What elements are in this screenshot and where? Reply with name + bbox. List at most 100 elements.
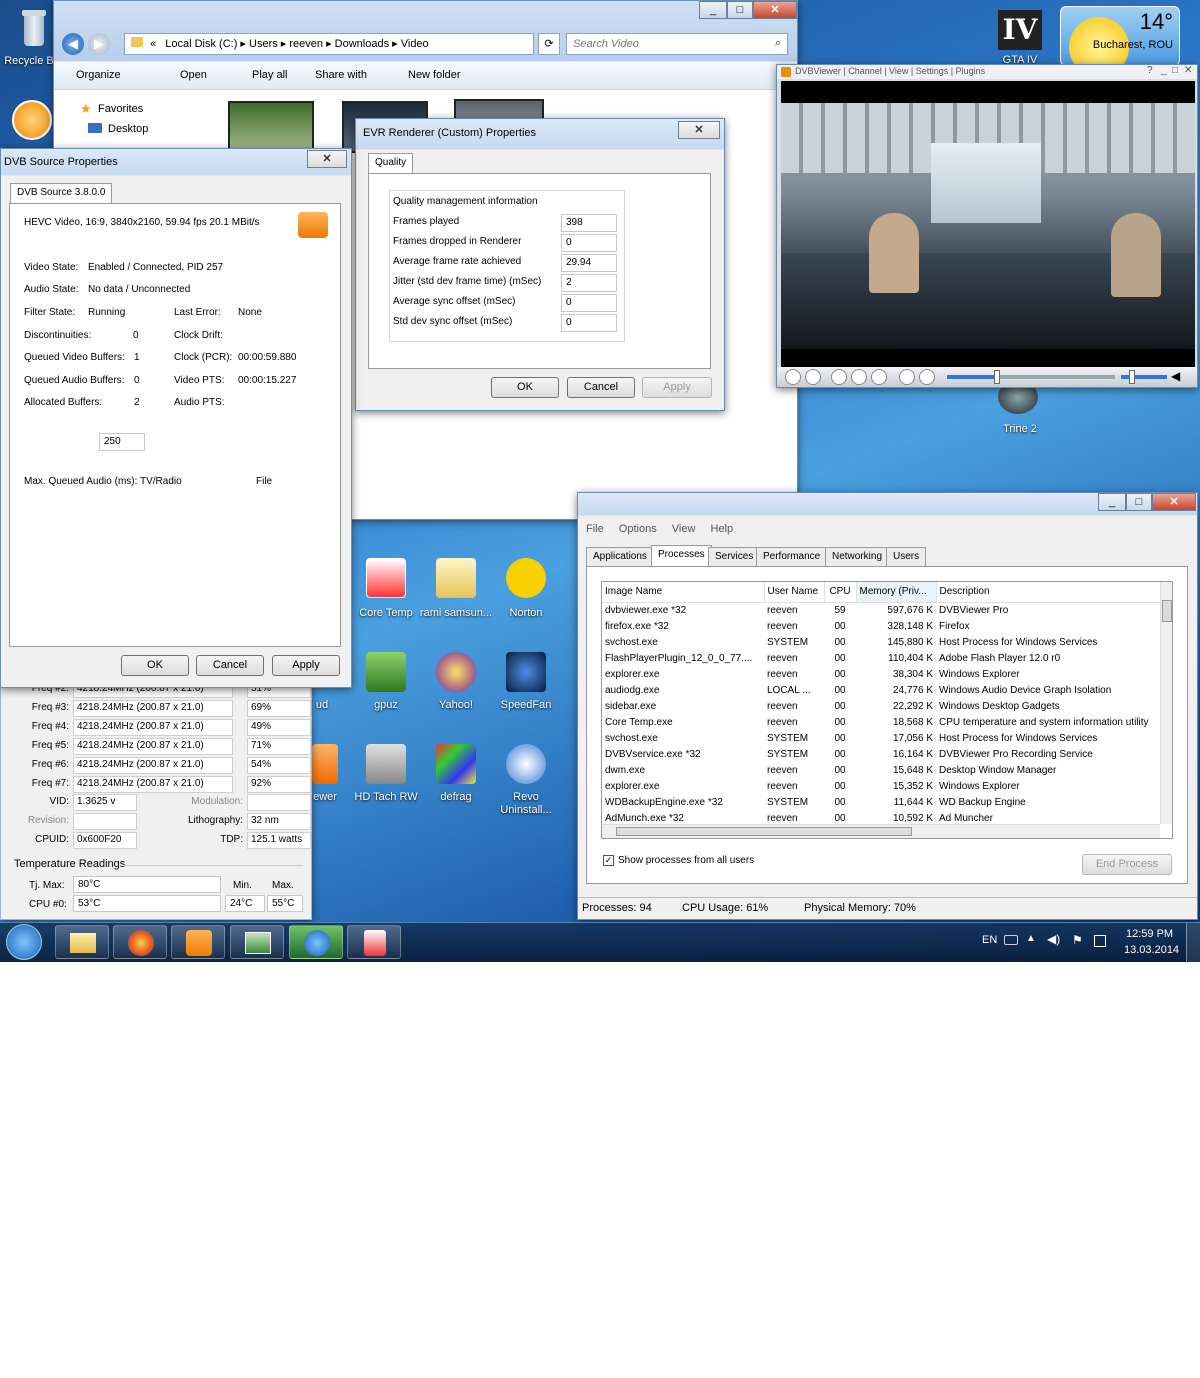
new-folder-button[interactable]: New folder bbox=[408, 69, 461, 81]
maximize-button[interactable]: □ bbox=[727, 1, 753, 19]
forward-button[interactable]: ▶ bbox=[88, 33, 110, 55]
tm-close-button[interactable]: ✕ bbox=[1152, 493, 1196, 511]
taskbar-network-app[interactable] bbox=[289, 925, 343, 959]
breadcrumb-video[interactable]: Video bbox=[401, 38, 429, 50]
breadcrumb-reeven[interactable]: reeven bbox=[289, 38, 323, 50]
dvb-cancel-button[interactable]: Cancel bbox=[196, 655, 264, 676]
show-all-users-checkbox[interactable]: ✓ bbox=[603, 855, 614, 866]
menu-options[interactable]: Options bbox=[619, 523, 657, 535]
organize-button[interactable]: Organize bbox=[76, 69, 121, 81]
norton-icon[interactable] bbox=[506, 558, 546, 598]
yahoo-icon[interactable] bbox=[436, 652, 476, 692]
weather-gadget[interactable]: 14° Bucharest, ROU bbox=[1060, 6, 1180, 77]
orange-app-icon[interactable] bbox=[12, 100, 52, 140]
close-button[interactable]: ✕ bbox=[753, 1, 797, 19]
back-button[interactable]: ◀ bbox=[62, 33, 84, 55]
table-row[interactable]: dvbviewer.exe *32 reeven 59 597,676 K DVBVie… bbox=[602, 602, 1162, 618]
address-bar[interactable]: « Local Disk (C:) ▸ Users ▸ reeven ▸ Dow… bbox=[124, 33, 534, 55]
tm-minimize-button[interactable]: _ bbox=[1098, 493, 1126, 511]
taskbar-explorer[interactable] bbox=[55, 925, 109, 959]
volume-icon[interactable]: ◀) bbox=[1047, 932, 1060, 946]
dvbviewer-help[interactable]: ? bbox=[1147, 65, 1153, 76]
record-button[interactable] bbox=[805, 369, 821, 385]
volume-handle[interactable] bbox=[1129, 370, 1135, 384]
table-row[interactable]: explorer.exe reeven 00 38,304 K Windows Expl… bbox=[602, 666, 1162, 682]
show-all-users-label[interactable]: Show processes from all users bbox=[618, 855, 754, 866]
evr-ok-button[interactable]: OK bbox=[491, 377, 559, 398]
defrag-icon[interactable] bbox=[436, 744, 476, 784]
column-header[interactable]: Image Name bbox=[602, 582, 765, 602]
taskbar-firefox[interactable] bbox=[113, 925, 167, 959]
search-input[interactable]: Search Video ⌕ bbox=[566, 33, 788, 55]
breadcrumb-overflow[interactable]: « bbox=[150, 38, 156, 50]
seek-handle[interactable] bbox=[994, 370, 1000, 384]
table-row[interactable]: Core Temp.exe reeven 00 18,568 K CPU tempera… bbox=[602, 714, 1162, 730]
taskbar-task-manager[interactable] bbox=[230, 925, 284, 959]
video-thumbnail[interactable] bbox=[228, 101, 314, 153]
breadcrumb-downloads[interactable]: Downloads bbox=[335, 38, 389, 50]
breadcrumb-local-disk[interactable]: Local Disk (C:) bbox=[165, 38, 237, 50]
speedfan-icon[interactable] bbox=[506, 652, 546, 692]
taskbar-core-temp[interactable] bbox=[347, 925, 401, 959]
dvbviewer-close[interactable]: ✕ bbox=[1184, 65, 1192, 76]
tab-applications[interactable]: Applications bbox=[586, 547, 654, 567]
tm-maximize-button[interactable]: □ bbox=[1126, 493, 1152, 511]
refresh-button[interactable]: ⟳ bbox=[538, 33, 560, 55]
table-row[interactable]: svchost.exe SYSTEM 00 17,056 K Host Process … bbox=[602, 730, 1162, 746]
table-row[interactable]: dwm.exe reeven 00 15,648 K Desktop Window Ma… bbox=[602, 762, 1162, 778]
gta-iv-icon[interactable]: IV bbox=[998, 10, 1042, 50]
open-button[interactable]: Open bbox=[180, 69, 207, 81]
table-row[interactable]: WDBackupEngine.exe *32 SYSTEM 00 11,644 K WD… bbox=[602, 794, 1162, 810]
dvb-close-button[interactable]: ✕ bbox=[307, 150, 347, 168]
hd-tach-icon[interactable] bbox=[366, 744, 406, 784]
channel-list-button[interactable] bbox=[831, 369, 847, 385]
breadcrumb-users[interactable]: Users bbox=[249, 38, 278, 50]
language-indicator[interactable]: EN bbox=[982, 934, 997, 946]
seek-slider[interactable] bbox=[947, 375, 1115, 379]
tab-dvb-source[interactable]: DVB Source 3.8.0.0 bbox=[10, 183, 113, 203]
action-center-flag-icon[interactable]: ⚑ bbox=[1072, 933, 1083, 947]
tab-users[interactable]: Users bbox=[886, 547, 927, 567]
tab-networking[interactable]: Networking bbox=[825, 547, 890, 567]
tab-services[interactable]: Services bbox=[708, 547, 761, 567]
keyboard-icon[interactable] bbox=[1004, 935, 1018, 945]
recycle-bin-icon[interactable] bbox=[16, 8, 52, 52]
menu-view[interactable]: View bbox=[672, 523, 696, 535]
video-frame[interactable] bbox=[781, 103, 1195, 359]
table-row[interactable]: explorer.exe reeven 00 15,352 K Windows Expl… bbox=[602, 778, 1162, 794]
evr-apply-button[interactable]: Apply bbox=[642, 377, 712, 398]
volume-slider[interactable] bbox=[1121, 375, 1167, 379]
horizontal-scrollbar[interactable] bbox=[602, 824, 1160, 838]
start-button[interactable] bbox=[6, 924, 42, 960]
table-row[interactable]: FlashPlayerPlugin_12_0_0_77.... reeven 00 1… bbox=[602, 650, 1162, 666]
share-with-button[interactable]: Share with bbox=[315, 69, 367, 81]
menu-help[interactable]: Help bbox=[711, 523, 734, 535]
dvbviewer-menu[interactable]: DVBViewer | Channel | View | Settings | … bbox=[795, 66, 985, 76]
folder-icon[interactable] bbox=[436, 558, 476, 598]
osd-button[interactable] bbox=[871, 369, 887, 385]
tab-processes[interactable]: Processes bbox=[651, 545, 712, 567]
table-row[interactable]: firefox.exe *32 reeven 00 328,148 K Firefox bbox=[602, 618, 1162, 634]
end-process-button[interactable]: End Process bbox=[1082, 854, 1172, 875]
network-icon[interactable] bbox=[1094, 935, 1106, 947]
gpuz-icon[interactable] bbox=[366, 652, 406, 692]
menu-button[interactable] bbox=[899, 369, 915, 385]
dvb-ok-button[interactable]: OK bbox=[121, 655, 189, 676]
hscroll-thumb[interactable] bbox=[616, 827, 912, 836]
prev-button[interactable] bbox=[919, 369, 935, 385]
taskbar-dvbviewer[interactable] bbox=[171, 925, 225, 959]
tab-performance[interactable]: Performance bbox=[756, 547, 828, 567]
clock-date[interactable]: 13.03.2014 bbox=[1124, 944, 1179, 956]
dvbviewer-maximize[interactable]: □ bbox=[1172, 65, 1178, 76]
play-all-button[interactable]: Play all bbox=[252, 69, 287, 81]
table-row[interactable]: DVBVservice.exe *32 SYSTEM 00 16,164 K DVBVi… bbox=[602, 746, 1162, 762]
epg-button[interactable] bbox=[851, 369, 867, 385]
revo-icon[interactable] bbox=[506, 744, 546, 784]
column-header[interactable]: Memory (Priv... bbox=[856, 582, 937, 602]
table-row[interactable]: svchost.exe SYSTEM 00 145,880 K Host Process… bbox=[602, 634, 1162, 650]
nav-favorites[interactable]: Favorites bbox=[98, 103, 143, 115]
stop-button[interactable] bbox=[785, 369, 801, 385]
column-header[interactable]: User Name bbox=[764, 582, 825, 602]
evr-cancel-button[interactable]: Cancel bbox=[567, 377, 635, 398]
show-hidden-icons[interactable]: ▲ bbox=[1026, 933, 1036, 944]
